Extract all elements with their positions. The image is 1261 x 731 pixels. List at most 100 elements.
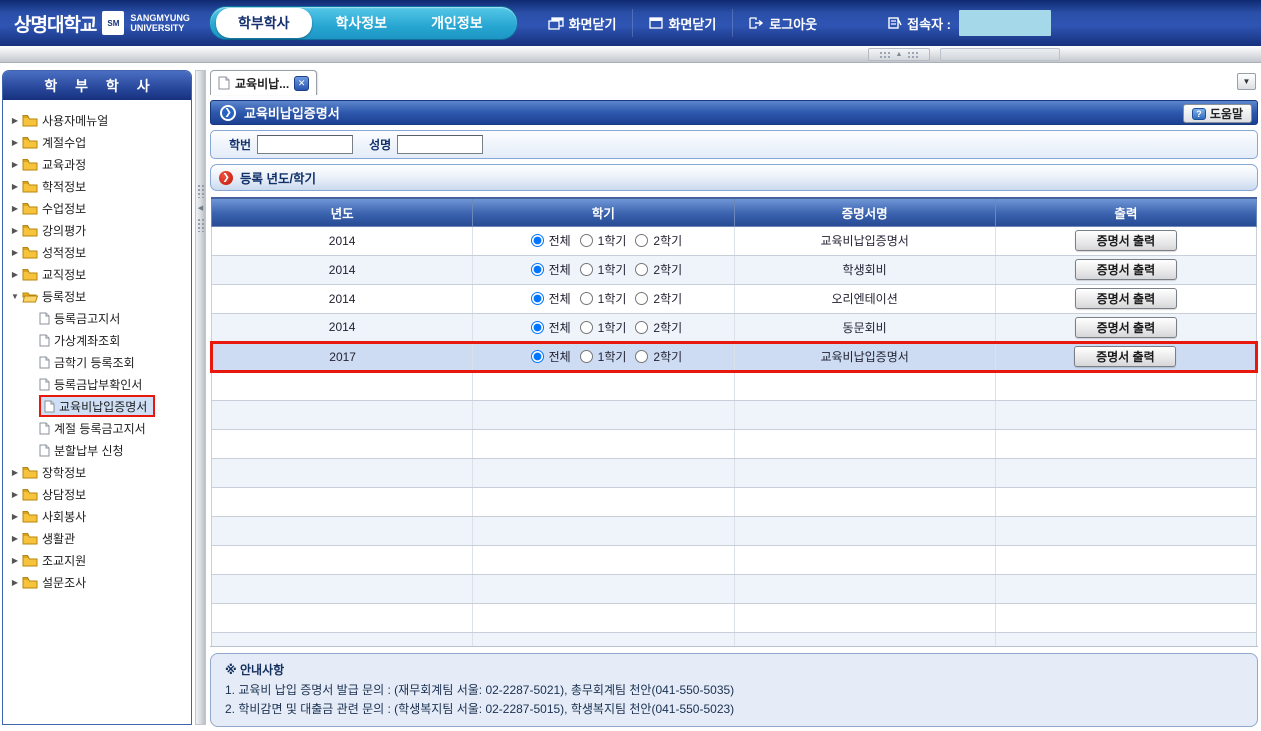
semester-radio-label[interactable]: 1학기: [598, 261, 627, 278]
collapsed-triangle-icon[interactable]: ▶: [9, 160, 21, 169]
empty-table-row: [212, 603, 1257, 632]
collapsed-triangle-icon[interactable]: ▶: [9, 534, 21, 543]
sidebar-item[interactable]: ▶ 사회봉사: [9, 505, 187, 527]
sidebar-subitem[interactable]: 계절 등록금고지서: [9, 417, 187, 439]
semester-radio[interactable]: [531, 321, 544, 334]
semester-radio-label[interactable]: 전체: [549, 348, 571, 365]
collapsed-triangle-icon[interactable]: ▶: [9, 556, 21, 565]
sidebar-item-label: 사회봉사: [42, 508, 86, 525]
sidebar-subitem[interactable]: 등록금납부확인서: [9, 373, 187, 395]
semester-radio[interactable]: [635, 234, 648, 247]
sidebar-item[interactable]: ▶강의평가: [9, 219, 187, 241]
sidebar-item[interactable]: ▶성적정보: [9, 241, 187, 263]
semester-radio[interactable]: [531, 350, 544, 363]
collapsed-triangle-icon[interactable]: ▶: [9, 578, 21, 587]
semester-radio-label[interactable]: 2학기: [653, 232, 682, 249]
sidebar-item[interactable]: ▶조교지원: [9, 549, 187, 571]
header-action-button[interactable]: 로그아웃: [732, 9, 833, 37]
semester-radio[interactable]: [635, 263, 648, 276]
sidebar-item[interactable]: ▶교직정보: [9, 263, 187, 285]
semester-radio-label[interactable]: 1학기: [598, 319, 627, 336]
semester-radio[interactable]: [580, 234, 593, 247]
header-action-button[interactable]: 화면닫기: [532, 9, 633, 37]
semester-radio-label[interactable]: 2학기: [653, 261, 682, 278]
collapsed-triangle-icon[interactable]: ▶: [9, 468, 21, 477]
user-area: 접속자 :: [888, 0, 1051, 46]
tab-close-icon[interactable]: ✕: [294, 76, 309, 91]
nav-tab[interactable]: 학사정보: [316, 8, 408, 38]
empty-cell: [473, 371, 734, 400]
semester-radio[interactable]: [580, 292, 593, 305]
semester-radio[interactable]: [531, 234, 544, 247]
header-action-button[interactable]: 화면닫기: [632, 9, 732, 37]
semester-radio[interactable]: [531, 292, 544, 305]
university-logo: 상명대학교 SM SANGMYUNG UNIVERSITY: [0, 10, 205, 37]
sidebar-splitter[interactable]: ◀: [195, 70, 206, 725]
semester-radio-label[interactable]: 전체: [549, 319, 571, 336]
print-certificate-button[interactable]: 증명서 출력: [1075, 259, 1177, 280]
table-row: 2014전체1학기2학기학생회비증명서 출력: [212, 255, 1257, 284]
sidebar-subitem[interactable]: 등록금고지서: [9, 307, 187, 329]
strip-secondary-handle[interactable]: [940, 48, 1060, 61]
semester-radio-label[interactable]: 2학기: [653, 319, 682, 336]
semester-radio[interactable]: [580, 321, 593, 334]
sidebar-item[interactable]: ▶사용자메뉴얼: [9, 109, 187, 131]
student-id-label: 학번: [229, 136, 251, 153]
semester-radio[interactable]: [635, 321, 648, 334]
sidebar-item[interactable]: ▶계절수업: [9, 131, 187, 153]
sidebar-item[interactable]: ▶생활관: [9, 527, 187, 549]
nav-tab[interactable]: 개인정보: [411, 8, 503, 38]
semester-radio[interactable]: [580, 350, 593, 363]
collapsed-triangle-icon[interactable]: ▶: [9, 490, 21, 499]
semester-radio[interactable]: [580, 263, 593, 276]
semester-radio-label[interactable]: 전체: [549, 290, 571, 307]
help-button[interactable]: ? 도움말: [1183, 104, 1252, 123]
print-certificate-button[interactable]: 증명서 출력: [1075, 230, 1177, 251]
tab-list-dropdown-button[interactable]: ▼: [1237, 73, 1256, 90]
document-icon: [44, 400, 55, 413]
sidebar-subitem[interactable]: 분할납부 신청: [9, 439, 187, 461]
expanded-triangle-icon[interactable]: ▼: [9, 292, 21, 301]
title-arrow-icon: ❯: [220, 105, 236, 121]
semester-radio-label[interactable]: 1학기: [598, 290, 627, 307]
print-cell: 증명서 출력: [995, 313, 1256, 342]
sidebar-subitem[interactable]: 금학기 등록조회: [9, 351, 187, 373]
sidebar-item[interactable]: ▶교육과정: [9, 153, 187, 175]
nav-tab[interactable]: 학부학사: [216, 8, 312, 38]
student-id-input[interactable]: [257, 135, 353, 154]
semester-radio[interactable]: [635, 350, 648, 363]
semester-radio-label[interactable]: 2학기: [653, 290, 682, 307]
collapsed-triangle-icon[interactable]: ▶: [9, 204, 21, 213]
semester-radio-label[interactable]: 전체: [549, 232, 571, 249]
collapsed-triangle-icon[interactable]: ▶: [9, 116, 21, 125]
sidebar-subitem[interactable]: 교육비납입증명서: [9, 395, 187, 417]
collapsed-triangle-icon[interactable]: ▶: [9, 138, 21, 147]
collapsed-triangle-icon[interactable]: ▶: [9, 182, 21, 191]
semester-radio-label[interactable]: 1학기: [598, 348, 627, 365]
sidebar-item[interactable]: ▶설문조사: [9, 571, 187, 593]
sidebar-item[interactable]: ▶수업정보: [9, 197, 187, 219]
print-certificate-button[interactable]: 증명서 출력: [1074, 346, 1176, 367]
header-collapse-handle[interactable]: ▲: [868, 48, 930, 61]
collapsed-triangle-icon[interactable]: ▶: [9, 226, 21, 235]
sidebar-item[interactable]: ▶상담정보: [9, 483, 187, 505]
semester-radio[interactable]: [635, 292, 648, 305]
sidebar-item[interactable]: ▶장학정보: [9, 461, 187, 483]
collapsed-triangle-icon[interactable]: ▶: [9, 270, 21, 279]
print-certificate-button[interactable]: 증명서 출력: [1075, 288, 1177, 309]
empty-cell: [212, 458, 473, 487]
sidebar-item[interactable]: ▼등록정보: [9, 285, 187, 307]
student-name-input[interactable]: [397, 135, 483, 154]
certificate-name-cell: 오리엔테이션: [734, 284, 995, 313]
semester-radio-label[interactable]: 전체: [549, 261, 571, 278]
semester-radio-label[interactable]: 1학기: [598, 232, 627, 249]
sidebar-item[interactable]: ▶학적정보: [9, 175, 187, 197]
collapsed-triangle-icon[interactable]: ▶: [9, 512, 21, 521]
document-tab[interactable]: 교육비납... ✕: [210, 70, 317, 95]
semester-radio-label[interactable]: 2학기: [653, 348, 682, 365]
sidebar-subitem[interactable]: 가상계좌조회: [9, 329, 187, 351]
semester-radio[interactable]: [531, 263, 544, 276]
print-certificate-button[interactable]: 증명서 출력: [1075, 317, 1177, 338]
sidebar-collapse-handle[interactable]: ◀: [196, 134, 205, 282]
collapsed-triangle-icon[interactable]: ▶: [9, 248, 21, 257]
